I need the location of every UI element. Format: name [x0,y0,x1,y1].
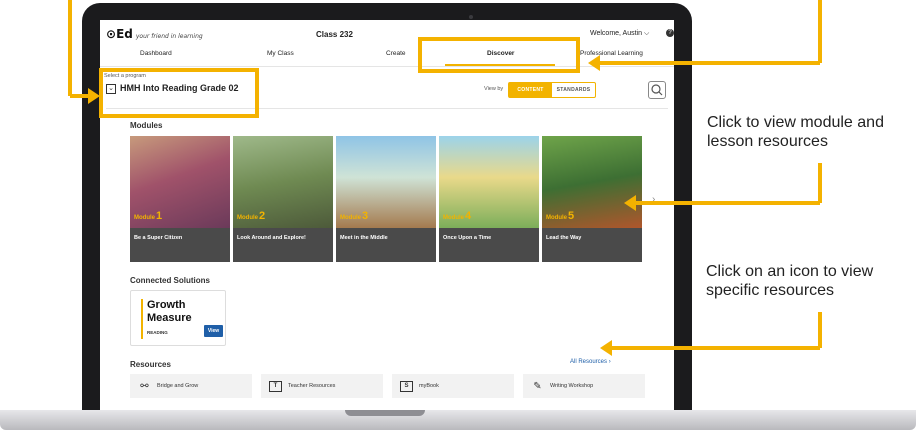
connected-heading: Connected Solutions [130,276,210,285]
module-title: Once Upon a Time [443,235,492,241]
all-resources-text: All Resources [570,359,608,365]
module-card[interactable]: Module3 Meet in the Middle [336,136,436,262]
welcome-menu[interactable]: Welcome, Austin ⌵ [590,30,649,38]
module-card[interactable]: Module5 Lead the Way [542,136,642,262]
logo-tagline: your friend in learning [135,33,203,40]
resource-label: Bridge and Grow [157,383,199,389]
module-title: Be a Super Citizen [134,235,183,241]
icon-callout-text: Click on an icon to view specific resour… [706,263,874,299]
link-nodes-icon: ⚯ [140,380,149,392]
nav-my-class[interactable]: My Class [267,50,294,57]
view-button[interactable]: View [204,325,223,337]
t-box-icon: T [269,380,282,392]
resource-bridge-and-grow[interactable]: ⚯ Bridge and Grow [130,374,252,398]
module-card[interactable]: Module1 Be a Super Citizen [130,136,230,262]
nav-divider [100,66,674,67]
growth-measure-card: Growth Measure READING View [130,290,226,346]
nav-dashboard[interactable]: Dashboard [140,50,172,57]
module-title: Lead the Way [546,235,582,241]
book-box-icon: S [400,380,413,392]
nav-create[interactable]: Create [386,50,406,57]
program-highlight-box [99,68,259,118]
all-resources-link[interactable]: All Resources › [570,359,611,365]
resources-heading: Resources [130,360,171,369]
card-subtitle: READING [147,330,168,335]
viewby-label: View by [484,86,504,92]
pencil-icon: ✎ [533,380,542,392]
module-digit: 5 [568,210,575,222]
viewby-toggle: CONTENT STANDARDS [508,82,596,98]
module-number: Module5 [546,210,574,222]
search-icon [651,84,663,96]
laptop-notch [345,410,425,416]
chevron-right-icon[interactable]: › [652,194,655,205]
resource-label: Teacher Resources [288,383,336,389]
chevron-down-icon: ⌵ [643,30,650,37]
module-title: Meet in the Middle [340,235,388,241]
module-digit: 1 [156,210,163,222]
module-word: Module [134,215,155,221]
module-card[interactable]: Module4 Once Upon a Time [439,136,539,262]
module-number: Module1 [134,210,162,222]
viewby-content-button[interactable]: CONTENT [509,83,552,97]
module-word: Module [443,215,464,221]
module-callout-text: Click to view module and lesson resource… [707,114,884,150]
viewby-standards-button[interactable]: STANDARDS [552,83,595,97]
resource-teacher-resources[interactable]: T Teacher Resources [261,374,383,398]
modules-heading: Modules [130,121,163,130]
camera [469,15,473,19]
chevron-right-icon: › [608,359,611,365]
card-accent-bar [141,299,143,339]
module-digit: 4 [465,210,472,222]
welcome-text: Welcome, Austin [590,30,643,37]
card-title-line2: Measure [147,312,192,324]
nav-professional-learning[interactable]: Professional Learning [580,50,643,57]
resource-writing-workshop[interactable]: ✎ Writing Workshop [523,374,645,398]
discover-highlight-box [418,37,580,73]
card-title-line1: Growth [147,299,186,311]
module-digit: 3 [362,210,369,222]
stage: ⊙Ed your friend in learning Class 232 Wel… [0,0,916,439]
module-number: Module4 [443,210,471,222]
module-number: Module2 [237,210,265,222]
logo-text: Ed [116,27,133,41]
module-word: Module [546,215,567,221]
logo[interactable]: ⊙Ed your friend in learning [106,27,203,41]
search-button[interactable] [648,81,666,99]
resource-mybook[interactable]: S myBook [392,374,514,398]
help-icon[interactable]: ? [666,29,674,37]
module-number: Module3 [340,210,368,222]
module-card[interactable]: Module2 Look Around and Explore! [233,136,333,262]
class-name: Class 232 [316,30,353,39]
module-digit: 2 [259,210,266,222]
resource-label: myBook [419,383,439,389]
module-word: Module [237,215,258,221]
logo-mark: ⊙ [106,27,117,41]
resource-label: Writing Workshop [550,383,594,389]
module-word: Module [340,215,361,221]
laptop-base [0,410,916,430]
module-title: Look Around and Explore! [237,235,306,241]
